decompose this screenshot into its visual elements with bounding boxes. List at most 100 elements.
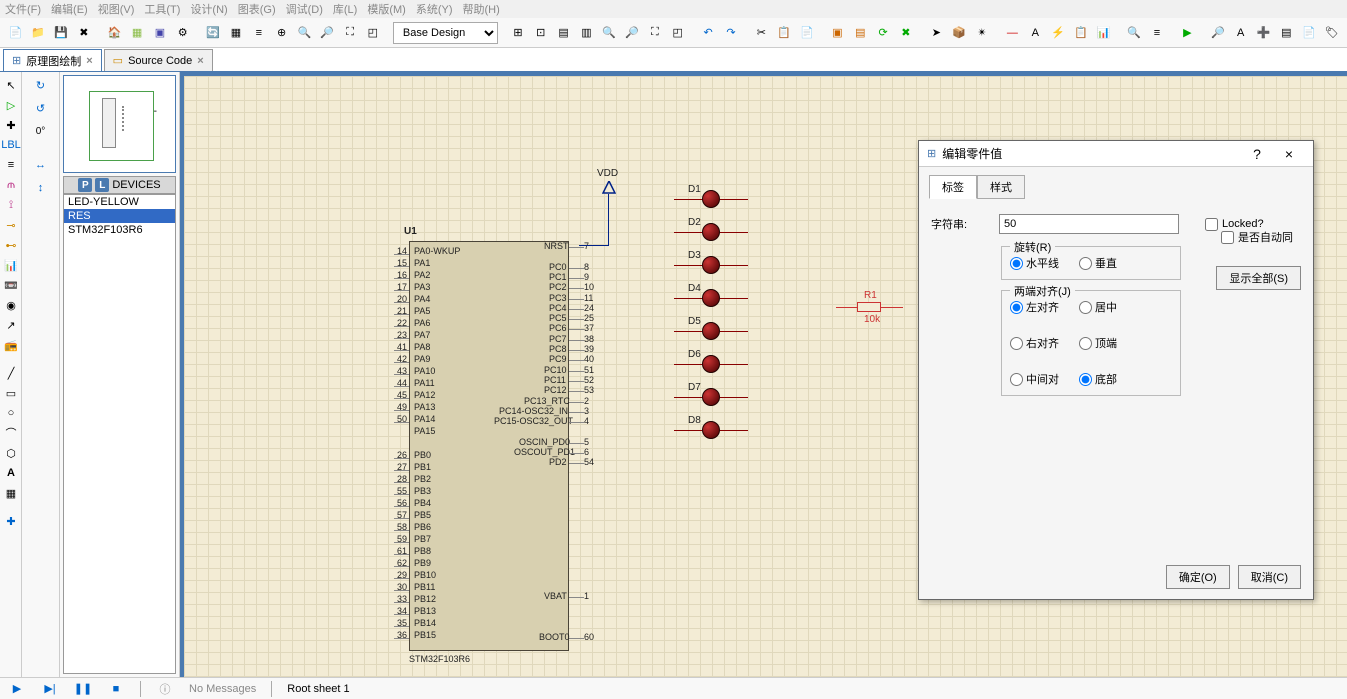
terminal-icon[interactable]: ⊸: [1, 216, 21, 234]
flip-h-icon[interactable]: ↔: [31, 155, 51, 175]
led-ref[interactable]: D3: [688, 250, 701, 261]
led-ref[interactable]: D7: [688, 382, 701, 393]
menu-view[interactable]: 视图(V): [98, 1, 135, 17]
decompose-icon[interactable]: ✴: [972, 22, 993, 44]
zoom-prev-icon[interactable]: 🔍: [599, 22, 620, 44]
circle-2d-icon[interactable]: ○: [1, 404, 21, 422]
tab-close-icon[interactable]: ×: [86, 55, 92, 67]
block-rotate-icon[interactable]: ⟳: [873, 22, 894, 44]
pin-icon[interactable]: ⊷: [1, 236, 21, 254]
design-dropdown[interactable]: Base Design: [393, 22, 498, 44]
dialog-tab-style[interactable]: 样式: [977, 175, 1025, 199]
align-middle-radio[interactable]: 中间对: [1010, 371, 1059, 387]
copy-icon[interactable]: 📋: [774, 22, 795, 44]
pick-icon[interactable]: ➤: [926, 22, 947, 44]
snap-icon[interactable]: ⊡: [530, 22, 551, 44]
play-icon[interactable]: ▶: [8, 680, 26, 698]
search-icon[interactable]: 🔍: [1124, 22, 1145, 44]
region-icon[interactable]: ◰: [667, 22, 688, 44]
cancel-button[interactable]: 取消(C): [1238, 565, 1301, 589]
bus-icon[interactable]: ⫙: [1, 176, 21, 194]
menu-template[interactable]: 模版(M): [367, 1, 406, 17]
instrument-icon[interactable]: 📻: [1, 336, 21, 354]
close-button[interactable]: ×: [1273, 146, 1305, 162]
package-icon[interactable]: 📦: [949, 22, 970, 44]
pcb-icon[interactable]: ▦: [127, 22, 148, 44]
zoom-fit-icon[interactable]: ⛶: [340, 22, 361, 44]
led[interactable]: [702, 388, 720, 406]
string-input[interactable]: [999, 214, 1179, 234]
target-icon[interactable]: ⊕: [271, 22, 292, 44]
tab-schematic[interactable]: ⊞ 原理图绘制 ×: [3, 49, 102, 71]
led-ref[interactable]: D8: [688, 415, 701, 426]
component-tool-icon[interactable]: ▷: [1, 96, 21, 114]
resistor-ref[interactable]: R1: [864, 290, 877, 301]
rotation-vertical-radio[interactable]: 垂直: [1079, 255, 1117, 271]
menu-debug[interactable]: 调试(D): [286, 1, 323, 17]
line-2d-icon[interactable]: ╱: [1, 364, 21, 382]
open-file-icon[interactable]: 📁: [28, 22, 49, 44]
list-icon[interactable]: ▤: [1276, 22, 1297, 44]
chip-icon[interactable]: ⚙: [172, 22, 193, 44]
align-center-radio[interactable]: 居中: [1079, 299, 1117, 315]
selection-tool-icon[interactable]: ↖: [1, 76, 21, 94]
zoom-out-icon[interactable]: 🔎: [317, 22, 338, 44]
save-icon[interactable]: 💾: [51, 22, 72, 44]
plus-icon[interactable]: ➕: [1253, 22, 1274, 44]
junction-icon[interactable]: ✚: [1, 116, 21, 134]
led[interactable]: [702, 322, 720, 340]
align-bottom-radio[interactable]: 底部: [1079, 371, 1117, 387]
dialog-tab-label[interactable]: 标签: [929, 175, 977, 199]
menu-file[interactable]: 文件(F): [5, 1, 41, 17]
rotation-value[interactable]: 0°: [31, 121, 51, 141]
cpu-icon[interactable]: ▣: [150, 22, 171, 44]
dialog-titlebar[interactable]: ⊞ 编辑零件值 ? ×: [919, 141, 1313, 167]
menu-system[interactable]: 系统(Y): [416, 1, 453, 17]
zoom-region-icon[interactable]: ◰: [362, 22, 383, 44]
menu-lib[interactable]: 库(L): [333, 1, 357, 17]
grid-icon[interactable]: ▦: [226, 22, 247, 44]
led[interactable]: [702, 355, 720, 373]
align-right-radio[interactable]: 右对齐: [1010, 335, 1059, 351]
zoom-in-icon[interactable]: 🔍: [294, 22, 315, 44]
distribute-icon[interactable]: ▥: [576, 22, 597, 44]
subcircuit-icon[interactable]: ⟟: [1, 196, 21, 214]
align-left-radio[interactable]: 左对齐: [1010, 299, 1059, 315]
rotate-ccw-icon[interactable]: ↺: [31, 98, 51, 118]
probe-icon[interactable]: ↗: [1, 316, 21, 334]
erc-icon[interactable]: ⚡: [1048, 22, 1069, 44]
p-icon[interactable]: P: [78, 178, 92, 192]
text-font-icon[interactable]: A: [1230, 22, 1251, 44]
ok-button[interactable]: 确定(O): [1166, 565, 1230, 589]
menu-edit[interactable]: 编辑(E): [51, 1, 88, 17]
simulate-icon[interactable]: ▶: [1177, 22, 1198, 44]
led-ref[interactable]: D6: [688, 349, 701, 360]
layers-icon[interactable]: ≡: [248, 22, 269, 44]
text-2d-icon[interactable]: A: [1, 464, 21, 482]
pause-icon[interactable]: ❚❚: [74, 680, 92, 698]
led-ref[interactable]: D2: [688, 217, 701, 228]
wire-tool-icon[interactable]: —: [1002, 22, 1023, 44]
led[interactable]: [702, 421, 720, 439]
align-icon[interactable]: ▤: [553, 22, 574, 44]
led[interactable]: [702, 190, 720, 208]
menu-chart[interactable]: 图表(G): [238, 1, 276, 17]
path-2d-icon[interactable]: ⬡: [1, 444, 21, 462]
flip-v-icon[interactable]: ↕: [31, 178, 51, 198]
tag-icon[interactable]: 🏷: [1322, 22, 1343, 44]
device-item[interactable]: STM32F103R6: [64, 223, 175, 237]
find-icon[interactable]: 🔎: [1207, 22, 1228, 44]
device-item[interactable]: RES: [64, 209, 175, 223]
step-icon[interactable]: ▶|: [41, 680, 59, 698]
report-icon[interactable]: 📄: [1299, 22, 1320, 44]
align-top-radio[interactable]: 顶端: [1079, 335, 1117, 351]
text-tool-icon[interactable]: A: [1025, 22, 1046, 44]
block-copy-icon[interactable]: ▣: [827, 22, 848, 44]
symbol-2d-icon[interactable]: ▦: [1, 484, 21, 502]
led[interactable]: [702, 289, 720, 307]
help-button[interactable]: ?: [1241, 146, 1273, 162]
box-2d-icon[interactable]: ▭: [1, 384, 21, 402]
devices-list[interactable]: LED-YELLOW RES STM32F103R6: [63, 194, 176, 674]
tape-icon[interactable]: 📼: [1, 276, 21, 294]
block-delete-icon[interactable]: ✖: [895, 22, 916, 44]
